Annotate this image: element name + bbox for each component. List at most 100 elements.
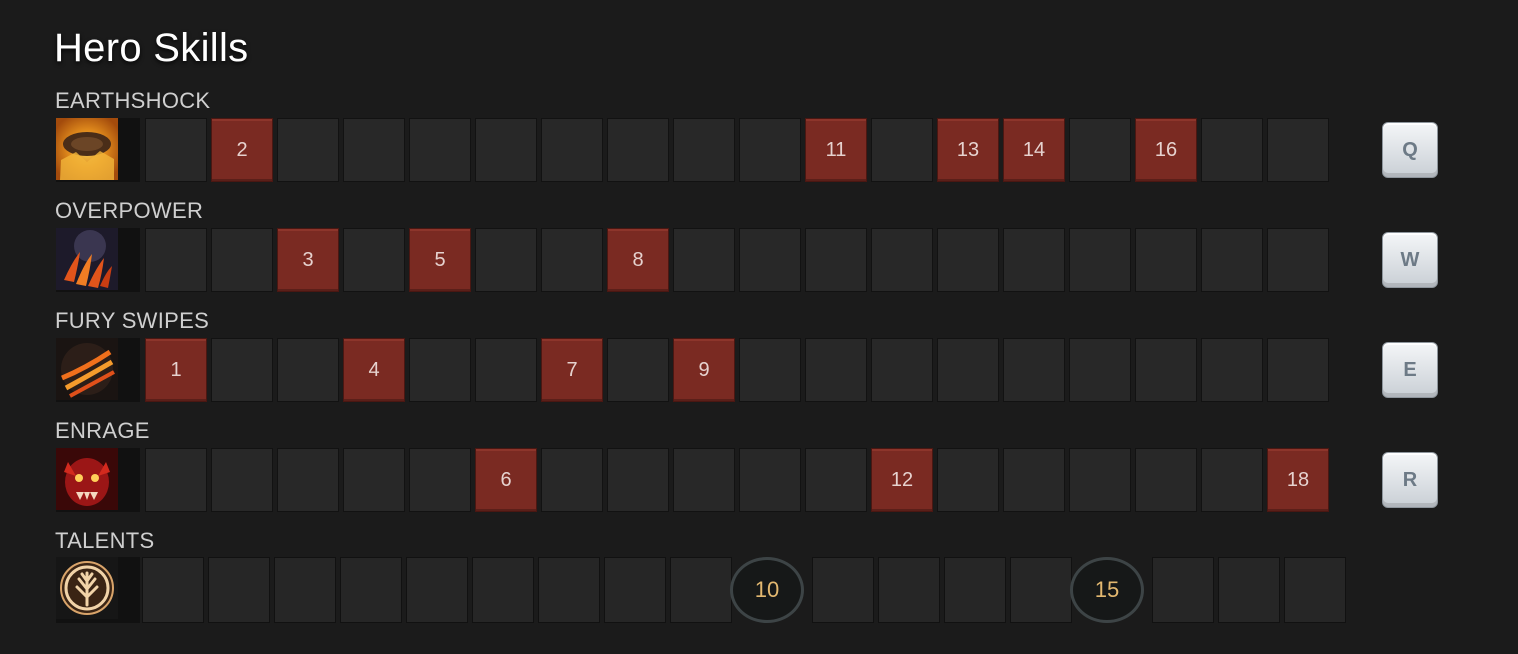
skill-level-slot — [673, 228, 735, 292]
talent-level-slot — [340, 557, 402, 623]
skill-level-slot — [937, 338, 999, 402]
talent-level-slot — [472, 557, 534, 623]
hero-skills-panel: Hero Skills EARTHSHOCK 2 11 13 14 16 Q OVERPOWE… — [0, 0, 1518, 654]
skill-level-picked: 6 — [475, 448, 537, 512]
talent-level-slot — [878, 557, 940, 623]
skill-level-slot — [1135, 228, 1197, 292]
skill-level-slot — [871, 228, 933, 292]
skill-level-slot — [409, 118, 471, 182]
skill-level-slot — [145, 228, 207, 292]
skill-level-slot — [1267, 118, 1329, 182]
skill-level-slot — [871, 338, 933, 402]
skill-level-picked: 13 — [937, 118, 999, 182]
skill-level-slot — [277, 448, 339, 512]
talent-level-slot — [1010, 557, 1072, 623]
skill-level-picked: 3 — [277, 228, 339, 292]
earthshock-icon — [56, 118, 140, 182]
skill-level-slot — [145, 118, 207, 182]
skill-level-slot — [475, 338, 537, 402]
skill-level-slot — [739, 448, 801, 512]
skill-name: ENRAGE — [55, 418, 150, 443]
skill-level-picked: 9 — [673, 338, 735, 402]
skill-level-slot — [1069, 338, 1131, 402]
hotkey-e-key: E — [1382, 342, 1438, 398]
talent-level-slot — [1218, 557, 1280, 623]
skill-level-slot — [277, 118, 339, 182]
skill-level-slot — [277, 338, 339, 402]
hotkey-w-key: W — [1382, 232, 1438, 288]
skill-level-slot — [1201, 448, 1263, 512]
skill-level-slot — [1201, 228, 1263, 292]
skill-level-slot — [1135, 338, 1197, 402]
skill-name: OVERPOWER — [55, 198, 204, 223]
skill-level-slot — [145, 448, 207, 512]
skill-level-slot — [1003, 228, 1065, 292]
fury-swipes-icon — [56, 338, 140, 402]
talent-level-slot — [812, 557, 874, 623]
skill-level-slot — [1267, 228, 1329, 292]
page-title: Hero Skills — [54, 26, 249, 70]
skill-level-picked: 12 — [871, 448, 933, 512]
skill-level-picked: 4 — [343, 338, 405, 402]
talent-level-slot — [944, 557, 1006, 623]
enrage-icon — [56, 448, 140, 512]
skill-level-slot — [409, 338, 471, 402]
skill-level-slot — [211, 448, 273, 512]
skill-level-slot — [343, 118, 405, 182]
skill-level-slot — [475, 228, 537, 292]
skill-level-slot — [937, 448, 999, 512]
skill-level-slot — [343, 228, 405, 292]
skill-level-slot — [541, 118, 603, 182]
talent-level-slot — [1284, 557, 1346, 623]
skill-level-slot — [211, 338, 273, 402]
talent-level-slot — [208, 557, 270, 623]
skill-level-slot — [673, 118, 735, 182]
skill-level-picked: 14 — [1003, 118, 1065, 182]
skill-level-picked: 7 — [541, 338, 603, 402]
skill-level-slot — [1069, 118, 1131, 182]
skill-level-slot — [1201, 118, 1263, 182]
talent-level-slot — [406, 557, 468, 623]
talent-level-slot — [538, 557, 600, 623]
skill-level-slot — [1003, 338, 1065, 402]
skill-level-picked: 11 — [805, 118, 867, 182]
skill-level-slot — [475, 118, 537, 182]
skill-name: FURY SWIPES — [55, 308, 210, 333]
skill-level-slot — [871, 118, 933, 182]
skill-level-slot — [739, 228, 801, 292]
talent-level-slot — [604, 557, 666, 623]
talents-label: TALENTS — [55, 528, 155, 553]
skill-level-slot — [739, 338, 801, 402]
talent-level-circle[interactable]: 10 — [730, 557, 804, 623]
skill-level-slot — [937, 228, 999, 292]
skill-level-slot — [1135, 448, 1197, 512]
skill-level-picked: 8 — [607, 228, 669, 292]
skill-level-slot — [1003, 448, 1065, 512]
skill-level-slot — [1069, 228, 1131, 292]
hotkey-r-key: R — [1382, 452, 1438, 508]
talent-level-circle[interactable]: 15 — [1070, 557, 1144, 623]
skill-level-picked: 2 — [211, 118, 273, 182]
skill-level-slot — [805, 448, 867, 512]
talent-level-slot — [274, 557, 336, 623]
skill-level-slot — [541, 228, 603, 292]
talent-level-slot — [142, 557, 204, 623]
overpower-icon — [56, 228, 140, 292]
skill-level-slot — [1069, 448, 1131, 512]
skill-level-slot — [607, 118, 669, 182]
skill-level-slot — [607, 448, 669, 512]
skill-level-slot — [1267, 338, 1329, 402]
talent-level-slot — [670, 557, 732, 623]
skill-level-slot — [1201, 338, 1263, 402]
skill-level-slot — [409, 448, 471, 512]
skill-level-slot — [805, 338, 867, 402]
skill-level-picked: 5 — [409, 228, 471, 292]
skill-level-picked: 18 — [1267, 448, 1329, 512]
skill-level-slot — [673, 448, 735, 512]
skill-level-slot — [607, 338, 669, 402]
skill-level-slot — [211, 228, 273, 292]
hotkey-q-key: Q — [1382, 122, 1438, 178]
talent-tree-icon — [56, 557, 140, 623]
skill-level-picked: 1 — [145, 338, 207, 402]
skill-level-slot — [805, 228, 867, 292]
